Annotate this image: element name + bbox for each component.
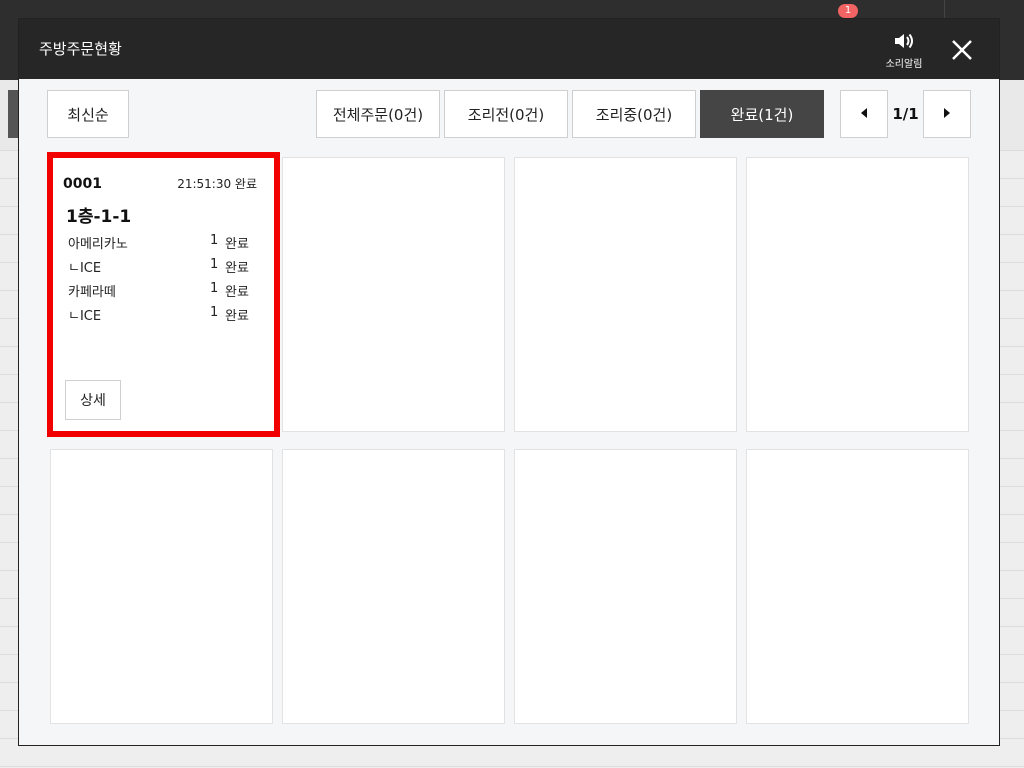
empty-order-slot xyxy=(514,449,737,724)
order-item-row: 카페라떼 1 완료 xyxy=(68,281,258,305)
sound-alert-label: 소리알림 xyxy=(885,59,923,70)
tab-cooking[interactable]: 조리중(0건) xyxy=(572,90,696,138)
order-item-row: 아메리카노 1 완료 xyxy=(68,233,258,257)
modal-title: 주방주문현황 xyxy=(39,40,122,58)
tab-completed[interactable]: 완료(1건) xyxy=(700,90,824,138)
order-item-row: ㄴICE 1 완료 xyxy=(68,257,258,281)
item-qty: 1 xyxy=(210,233,219,248)
item-name: 카페라떼 xyxy=(68,285,116,300)
empty-order-slot xyxy=(514,157,737,432)
sound-alert-button[interactable]: 소리알림 xyxy=(879,31,929,75)
close-icon xyxy=(947,40,977,69)
prev-page-button[interactable] xyxy=(840,90,888,138)
speaker-icon xyxy=(879,31,929,51)
kitchen-order-modal: 주방주문현황 소리알림 최신순 전체주문(0건) 조리전(0건) 조리중(0건)… xyxy=(18,18,1000,746)
item-name: ㄴICE xyxy=(68,261,102,276)
order-item-row: ㄴICE 1 완료 xyxy=(68,305,258,329)
item-status: 완료 xyxy=(225,237,249,252)
order-card[interactable]: 0001 21:51:30 완료 1층-1-1 아메리카노 1 완료 ㄴICE … xyxy=(47,152,280,437)
item-qty: 1 xyxy=(210,257,219,272)
item-name: ㄴICE xyxy=(68,309,102,324)
item-status: 완료 xyxy=(225,261,249,276)
tab-before-cooking[interactable]: 조리전(0건) xyxy=(444,90,568,138)
modal-header: 주방주문현황 소리알림 xyxy=(19,19,999,79)
empty-order-slot xyxy=(282,157,505,432)
empty-order-slot xyxy=(282,449,505,724)
table-name: 1층-1-1 xyxy=(66,207,132,227)
page-indicator: 1/1 xyxy=(892,105,919,123)
item-qty: 1 xyxy=(210,281,219,296)
order-time-status: 21:51:30 완료 xyxy=(177,177,257,191)
triangle-right-icon xyxy=(942,105,952,123)
order-items: 아메리카노 1 완료 ㄴICE 1 완료 카페라떼 1 완료 ㄴICE 1 완료 xyxy=(68,233,258,329)
order-number: 0001 xyxy=(63,176,102,192)
close-button[interactable] xyxy=(947,35,977,65)
detail-button[interactable]: 상세 xyxy=(65,380,121,420)
empty-order-slot xyxy=(746,157,969,432)
item-qty: 1 xyxy=(210,305,219,320)
tab-all-orders[interactable]: 전체주문(0건) xyxy=(316,90,440,138)
item-status: 완료 xyxy=(225,285,249,300)
triangle-left-icon xyxy=(859,105,869,123)
item-status: 완료 xyxy=(225,309,249,324)
notification-badge: 1 xyxy=(838,4,858,18)
empty-order-slot xyxy=(746,449,969,724)
item-name: 아메리카노 xyxy=(68,237,128,252)
sort-latest-button[interactable]: 최신순 xyxy=(47,90,129,138)
empty-order-slot xyxy=(50,449,273,724)
next-page-button[interactable] xyxy=(923,90,971,138)
